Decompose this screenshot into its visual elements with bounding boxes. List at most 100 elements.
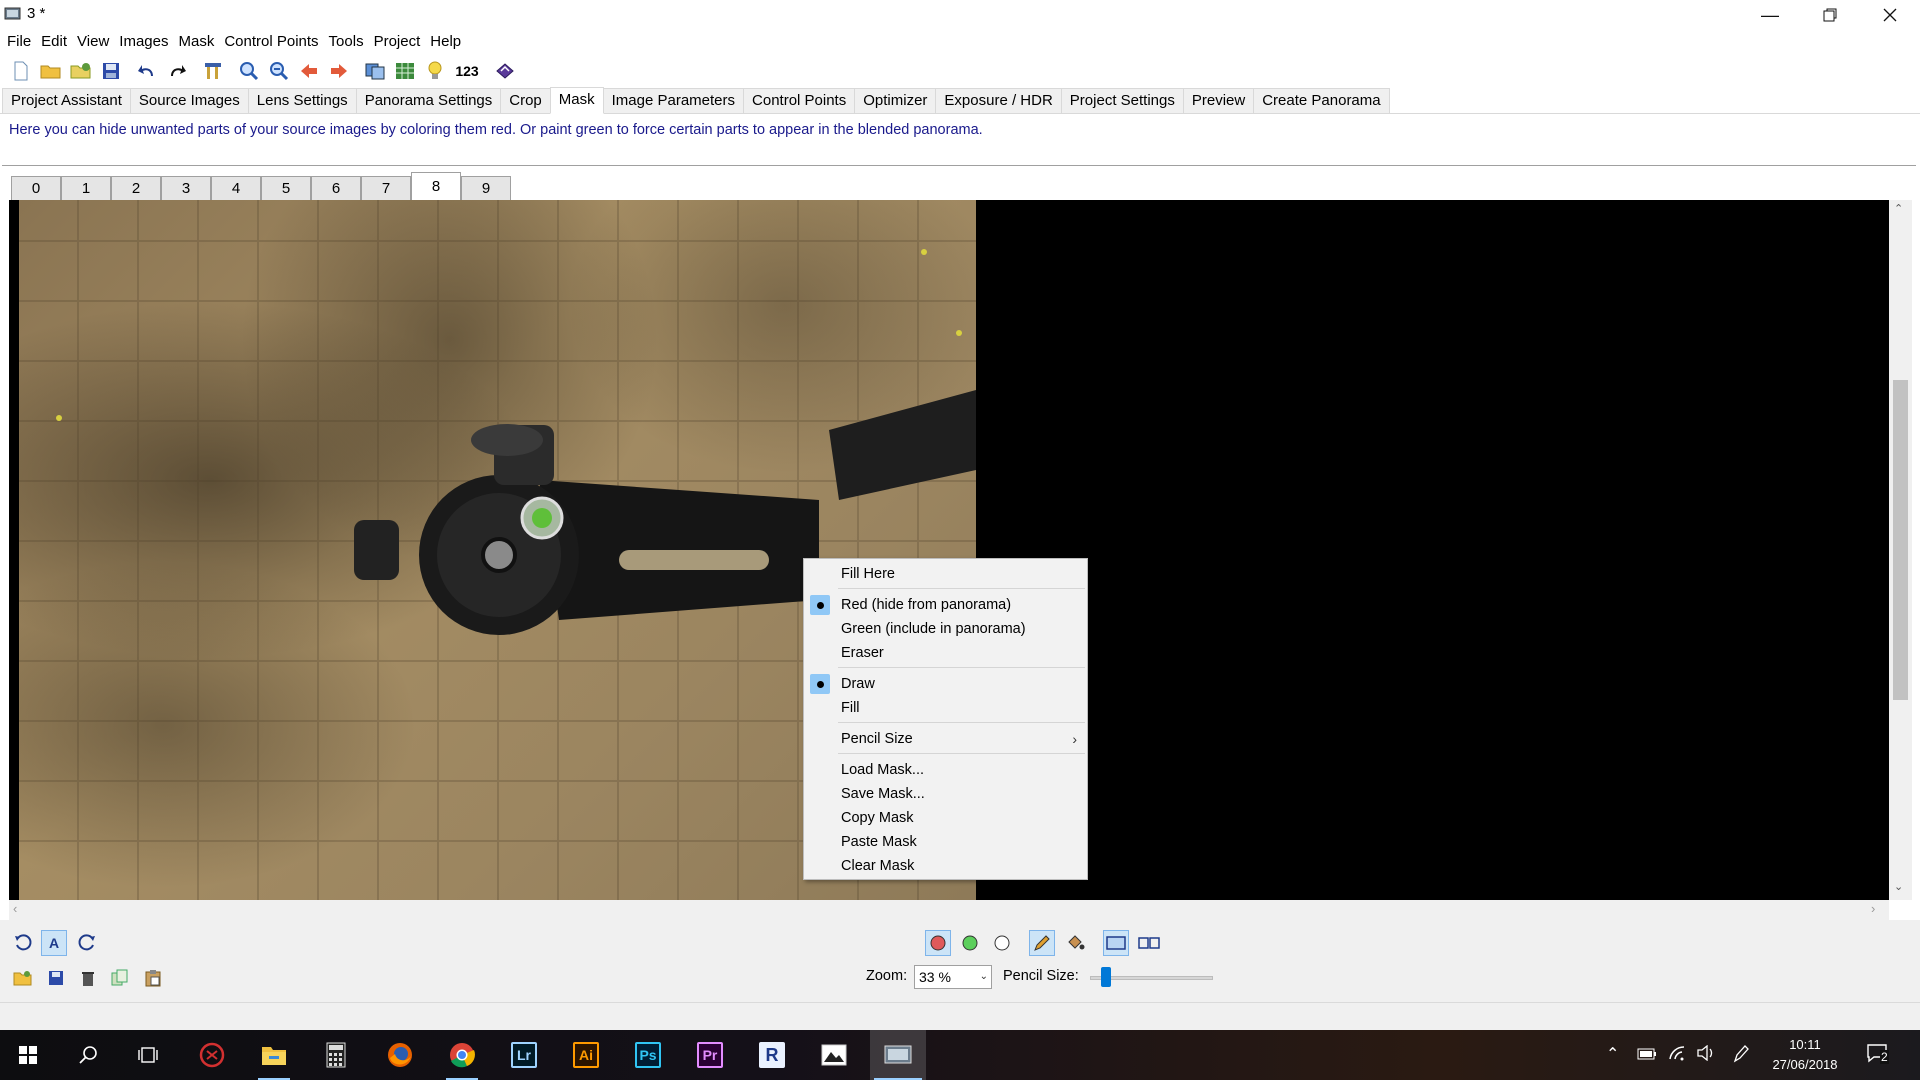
numeric-transform-button[interactable]: 123 <box>450 58 484 84</box>
fill-bucket-icon[interactable] <box>1063 930 1089 956</box>
zoom-in-icon[interactable] <box>234 58 264 84</box>
redo-icon[interactable] <box>162 58 192 84</box>
vertical-scrollbar[interactable]: ⌃ ⌄ <box>1889 200 1912 900</box>
undo-icon[interactable] <box>132 58 162 84</box>
previous-image-icon[interactable] <box>294 58 324 84</box>
save-mask-icon[interactable] <box>43 965 69 991</box>
lightroom-icon[interactable]: Lr <box>500 1030 548 1080</box>
rotate-ccw-icon[interactable] <box>10 930 36 956</box>
menu-save-mask[interactable]: Save Mask... <box>804 782 1087 806</box>
eraser-circle-icon[interactable] <box>989 930 1015 956</box>
image-tab-0[interactable]: 0 <box>11 176 61 200</box>
image-tab-4[interactable]: 4 <box>211 176 261 200</box>
menu-fill[interactable]: Fill <box>804 696 1087 720</box>
pencil-draw-icon[interactable] <box>1029 930 1055 956</box>
menu-load-mask[interactable]: Load Mask... <box>804 758 1087 782</box>
image-tab-3[interactable]: 3 <box>161 176 211 200</box>
fast-preview-icon[interactable] <box>390 58 420 84</box>
menu-red-hide[interactable]: Red (hide from panorama) <box>804 593 1087 617</box>
menu-edit[interactable]: Edit <box>36 31 72 53</box>
open-project-icon[interactable] <box>36 58 66 84</box>
menu-mask[interactable]: Mask <box>173 31 219 53</box>
close-button[interactable] <box>1860 0 1920 30</box>
tab-optimizer[interactable]: Optimizer <box>854 88 937 113</box>
assistant-bulb-icon[interactable] <box>420 58 450 84</box>
menu-pencil-size[interactable]: Pencil Size › <box>804 727 1087 751</box>
menu-view[interactable]: View <box>72 31 114 53</box>
horizontal-scrollbar[interactable]: ‹ › <box>9 900 1889 920</box>
menu-green-include[interactable]: Green (include in panorama) <box>804 617 1087 641</box>
gl-preview-icon[interactable] <box>490 58 520 84</box>
rotate-cw-icon[interactable] <box>74 930 100 956</box>
split-view-icon[interactable] <box>1136 930 1162 956</box>
hugin-taskbar-icon[interactable] <box>870 1030 926 1080</box>
menu-clear-mask[interactable]: Clear Mask <box>804 854 1087 878</box>
copy-mask-icon[interactable] <box>107 965 133 991</box>
battery-icon[interactable] <box>1637 1047 1657 1065</box>
scroll-down-icon[interactable]: ⌄ <box>1894 880 1903 893</box>
scroll-up-icon[interactable]: ⌃ <box>1894 202 1903 215</box>
scroll-thumb[interactable] <box>1893 380 1908 700</box>
image-tab-7[interactable]: 7 <box>361 176 411 200</box>
image-tab-1[interactable]: 1 <box>61 176 111 200</box>
red-mask-color-icon[interactable] <box>925 930 951 956</box>
photos-icon[interactable] <box>810 1030 858 1080</box>
image-tab-8[interactable]: 8 <box>411 172 461 200</box>
menu-draw[interactable]: Draw <box>804 672 1087 696</box>
action-center-icon[interactable]: 2 <box>1866 1042 1890 1071</box>
scroll-left-icon[interactable]: ‹ <box>13 901 17 916</box>
file-explorer-icon[interactable] <box>250 1030 298 1080</box>
tab-create-panorama[interactable]: Create Panorama <box>1253 88 1390 113</box>
zoom-out-icon[interactable] <box>264 58 294 84</box>
image-tab-5[interactable]: 5 <box>261 176 311 200</box>
single-view-icon[interactable] <box>1103 930 1129 956</box>
menu-control-points[interactable]: Control Points <box>219 31 323 53</box>
save-project-icon[interactable] <box>96 58 126 84</box>
premiere-icon[interactable]: Pr <box>686 1030 734 1080</box>
tab-mask[interactable]: Mask <box>549 87 604 114</box>
image-tab-2[interactable]: 2 <box>111 176 161 200</box>
firefox-icon[interactable] <box>376 1030 424 1080</box>
tab-source-images[interactable]: Source Images <box>129 88 249 113</box>
restore-button[interactable] <box>1800 0 1860 30</box>
open-template-icon[interactable] <box>66 58 96 84</box>
menu-fill-here[interactable]: Fill Here <box>804 562 1087 586</box>
chrome-icon[interactable] <box>438 1030 486 1080</box>
task-view-icon[interactable] <box>124 1030 172 1080</box>
menu-tools[interactable]: Tools <box>324 31 369 53</box>
wifi-icon[interactable] <box>1668 1045 1688 1066</box>
menu-file[interactable]: File <box>2 31 36 53</box>
green-mask-color-icon[interactable] <box>957 930 983 956</box>
pencil-size-slider-thumb[interactable] <box>1101 967 1112 987</box>
paste-mask-icon[interactable] <box>140 965 166 991</box>
antivirus-app-icon[interactable] <box>188 1030 236 1080</box>
delete-mask-icon[interactable] <box>75 965 101 991</box>
system-clock[interactable]: 10:11 27/06/2018 <box>1765 1035 1845 1075</box>
search-icon[interactable] <box>64 1030 112 1080</box>
photoshop-icon[interactable]: Ps <box>624 1030 672 1080</box>
tab-control-points[interactable]: Control Points <box>743 88 856 113</box>
control-points-tool-icon[interactable] <box>198 58 228 84</box>
volume-icon[interactable] <box>1697 1044 1717 1066</box>
new-project-icon[interactable] <box>6 58 36 84</box>
illustrator-icon[interactable]: Ai <box>562 1030 610 1080</box>
calculator-icon[interactable] <box>312 1030 360 1080</box>
tab-project-settings[interactable]: Project Settings <box>1060 88 1184 113</box>
tab-crop[interactable]: Crop <box>500 88 551 113</box>
load-mask-icon[interactable] <box>10 965 36 991</box>
menu-eraser[interactable]: Eraser <box>804 641 1087 665</box>
image-tab-9[interactable]: 9 <box>461 176 511 200</box>
menu-images[interactable]: Images <box>114 31 173 53</box>
auto-rotate-icon[interactable]: A <box>41 930 67 956</box>
minimize-button[interactable]: — <box>1740 0 1800 30</box>
revit-icon[interactable]: R <box>748 1030 796 1080</box>
menu-project[interactable]: Project <box>369 31 426 53</box>
tab-exposure-hdr[interactable]: Exposure / HDR <box>935 88 1062 113</box>
tab-image-parameters[interactable]: Image Parameters <box>602 88 745 113</box>
show-hidden-icons-chevron-icon[interactable]: ⌃ <box>1606 1044 1619 1064</box>
image-tab-6[interactable]: 6 <box>311 176 361 200</box>
zoom-select[interactable]: 33 % ⌄ <box>914 965 992 989</box>
scroll-right-icon[interactable]: › <box>1871 901 1875 916</box>
tab-preview[interactable]: Preview <box>1182 88 1255 113</box>
menu-help[interactable]: Help <box>425 31 466 53</box>
